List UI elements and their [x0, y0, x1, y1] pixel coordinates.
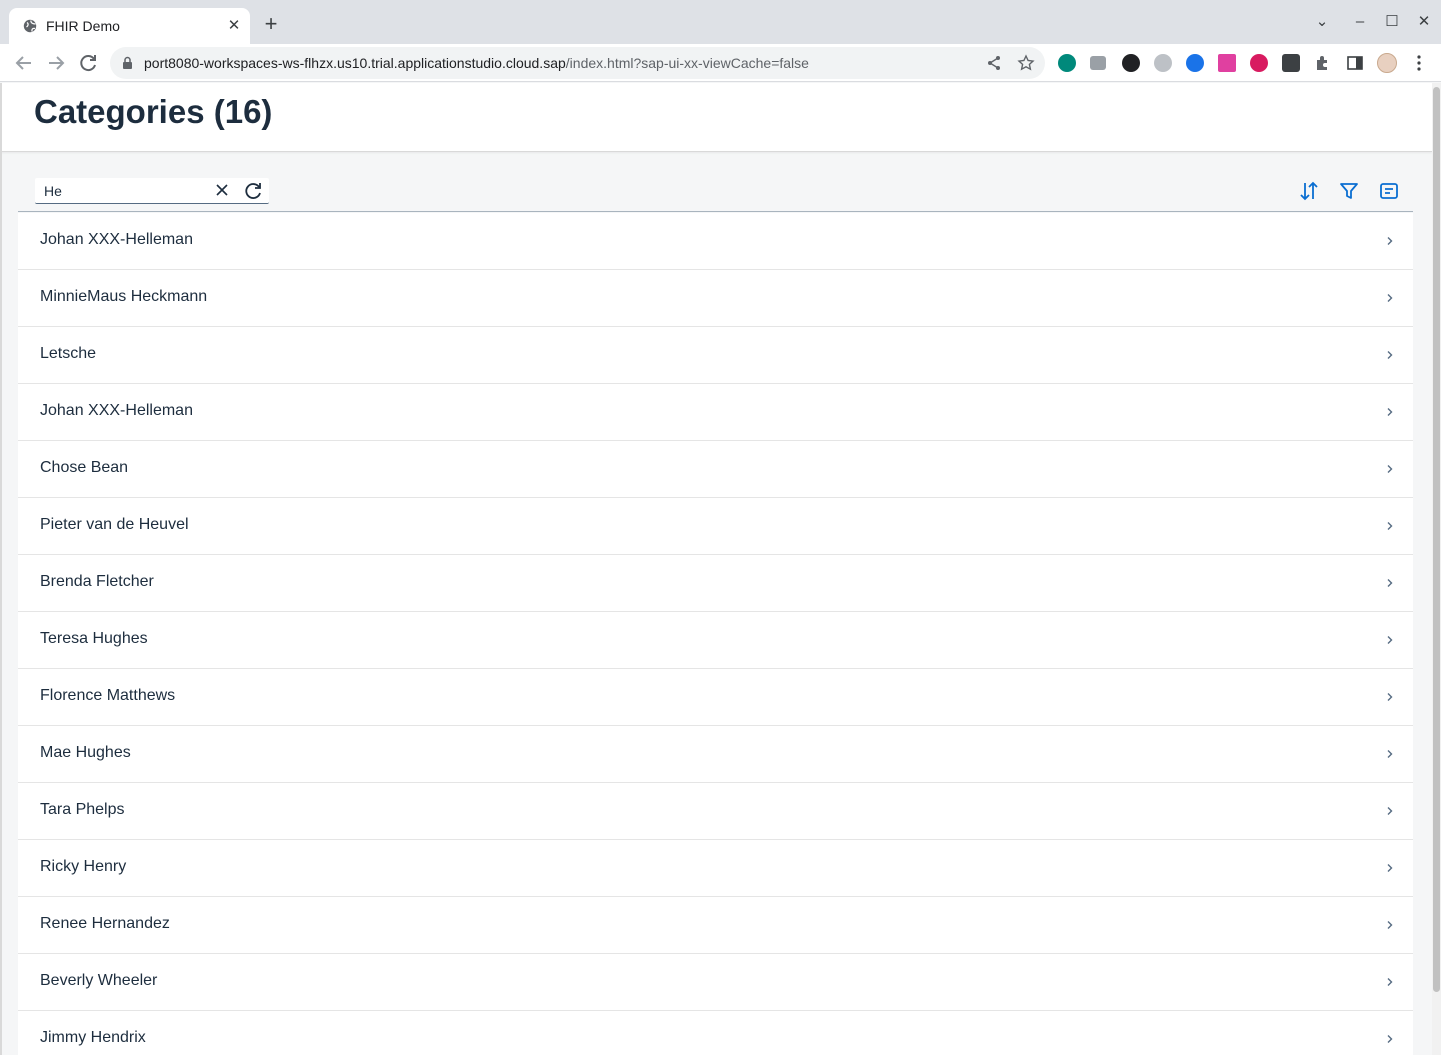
- extension-z-icon[interactable]: [1186, 54, 1204, 72]
- page-header: Categories (16): [0, 83, 1432, 152]
- browser-tabstrip: FHIR Demo ✕ + ⌄ – ☐ ✕: [0, 0, 1441, 44]
- list-item[interactable]: Florence Matthews: [18, 669, 1413, 726]
- list-item[interactable]: Jimmy Hendrix: [18, 1011, 1413, 1055]
- extension-m-icon[interactable]: [1250, 54, 1268, 72]
- tab-search-icon[interactable]: ⌄: [1312, 12, 1332, 32]
- extension-color-icon[interactable]: [1218, 54, 1236, 72]
- list-item-label: Jimmy Hendrix: [40, 1029, 146, 1046]
- scrollbar-thumb[interactable]: [1433, 87, 1440, 992]
- minimize-icon[interactable]: –: [1350, 12, 1370, 32]
- app-page: Categories (16) He Johan XXX-Helleman Min…: [0, 83, 1432, 1055]
- list-item-label: MinnieMaus Heckmann: [40, 288, 208, 305]
- chevron-right-icon: [1387, 237, 1393, 245]
- puzzle-icon[interactable]: [1314, 54, 1332, 72]
- avatar[interactable]: [1377, 53, 1397, 73]
- chevron-right-icon: [1387, 294, 1393, 302]
- list-item[interactable]: Letsche: [18, 327, 1413, 384]
- share-icon[interactable]: [985, 54, 1003, 72]
- list-item-label: Teresa Hughes: [40, 630, 148, 647]
- sort-icon[interactable]: [1297, 179, 1321, 203]
- lock-icon: [123, 56, 132, 69]
- chevron-right-icon: [1387, 864, 1393, 872]
- list-item[interactable]: Chose Bean: [18, 441, 1413, 498]
- list-item[interactable]: Ricky Henry: [18, 840, 1413, 897]
- list-item[interactable]: Teresa Hughes: [18, 612, 1413, 669]
- forward-arrow-icon[interactable]: [44, 51, 68, 75]
- chevron-right-icon: [1387, 408, 1393, 416]
- list-toolbar: He: [18, 170, 1413, 212]
- chevron-right-icon: [1387, 693, 1393, 701]
- kebab-menu-icon[interactable]: [1410, 54, 1428, 72]
- list-item-label: Tara Phelps: [40, 801, 125, 818]
- close-tab-icon[interactable]: ✕: [225, 17, 243, 35]
- extension-block-icon[interactable]: [1122, 54, 1140, 72]
- filter-icon[interactable]: [1337, 179, 1361, 203]
- extension-help-icon[interactable]: [1058, 54, 1076, 72]
- list-item-label: Letsche: [40, 345, 97, 362]
- globe-icon: [23, 19, 37, 33]
- star-icon[interactable]: [1017, 54, 1035, 72]
- url-text: port8080-workspaces-ws-flhzx.us10.trial.…: [144, 55, 809, 71]
- list-item-label: Mae Hughes: [40, 744, 131, 761]
- search-input[interactable]: He: [44, 183, 62, 199]
- browser-toolbar: port8080-workspaces-ws-flhzx.us10.trial.…: [0, 44, 1441, 82]
- extension-gear-icon[interactable]: [1154, 54, 1172, 72]
- category-list: Johan XXX-Helleman MinnieMaus Heckmann Let…: [18, 213, 1413, 1055]
- page-title: Categories (16): [34, 93, 273, 130]
- chevron-right-icon: [1387, 636, 1393, 644]
- url-path: /index.html?sap-ui-xx-viewCache=false: [565, 55, 809, 71]
- url-host: port8080-workspaces-ws-flhzx.us10.trial.…: [144, 55, 566, 71]
- list-item[interactable]: Renee Hernandez: [18, 897, 1413, 954]
- list-item-label: Beverly Wheeler: [40, 972, 158, 989]
- chevron-right-icon: [1387, 465, 1393, 473]
- back-arrow-icon[interactable]: [12, 51, 36, 75]
- list-item-label: Chose Bean: [40, 459, 129, 476]
- page-scrollbar[interactable]: [1432, 83, 1441, 1055]
- browser-tab[interactable]: FHIR Demo ✕: [9, 8, 250, 44]
- group-icon[interactable]: [1377, 179, 1401, 203]
- extension-bug-icon[interactable]: [1282, 54, 1300, 72]
- list-item[interactable]: Pieter van de Heuvel: [18, 498, 1413, 555]
- side-panel-icon[interactable]: [1346, 54, 1364, 72]
- chevron-right-icon: [1387, 978, 1393, 986]
- address-bar[interactable]: port8080-workspaces-ws-flhzx.us10.trial.…: [110, 47, 1045, 79]
- list-item[interactable]: Beverly Wheeler: [18, 954, 1413, 1011]
- list-item-label: Johan XXX-Helleman: [40, 231, 193, 248]
- list-item[interactable]: MinnieMaus Heckmann: [18, 270, 1413, 327]
- list-item[interactable]: Brenda Fletcher: [18, 555, 1413, 612]
- chevron-right-icon: [1387, 807, 1393, 815]
- chevron-right-icon: [1387, 921, 1393, 929]
- chevron-right-icon: [1387, 579, 1393, 587]
- list-item-label: Pieter van de Heuvel: [40, 516, 189, 533]
- tab-title: FHIR Demo: [46, 18, 120, 34]
- clear-icon[interactable]: [212, 180, 232, 200]
- reload-icon[interactable]: [76, 51, 100, 75]
- list-item[interactable]: Tara Phelps: [18, 783, 1413, 840]
- search-field[interactable]: He: [35, 178, 269, 204]
- list-item-label: Johan XXX-Helleman: [40, 402, 193, 419]
- chevron-right-icon: [1387, 351, 1393, 359]
- page-left-border: [0, 83, 2, 1055]
- camera-icon[interactable]: [1090, 56, 1106, 70]
- chevron-right-icon: [1387, 522, 1393, 530]
- close-window-icon[interactable]: ✕: [1414, 12, 1434, 32]
- refresh-icon[interactable]: [242, 180, 264, 202]
- list-item-label: Ricky Henry: [40, 858, 127, 875]
- list-item[interactable]: Johan XXX-Helleman: [18, 384, 1413, 441]
- chevron-right-icon: [1387, 750, 1393, 758]
- list-item-label: Florence Matthews: [40, 687, 176, 704]
- chevron-right-icon: [1387, 1035, 1393, 1043]
- list-item-label: Renee Hernandez: [40, 915, 170, 932]
- list-item-label: Brenda Fletcher: [40, 573, 154, 590]
- list-item[interactable]: Johan XXX-Helleman: [18, 213, 1413, 270]
- new-tab-button[interactable]: +: [260, 13, 282, 36]
- maximize-icon[interactable]: ☐: [1382, 12, 1402, 32]
- list-item[interactable]: Mae Hughes: [18, 726, 1413, 783]
